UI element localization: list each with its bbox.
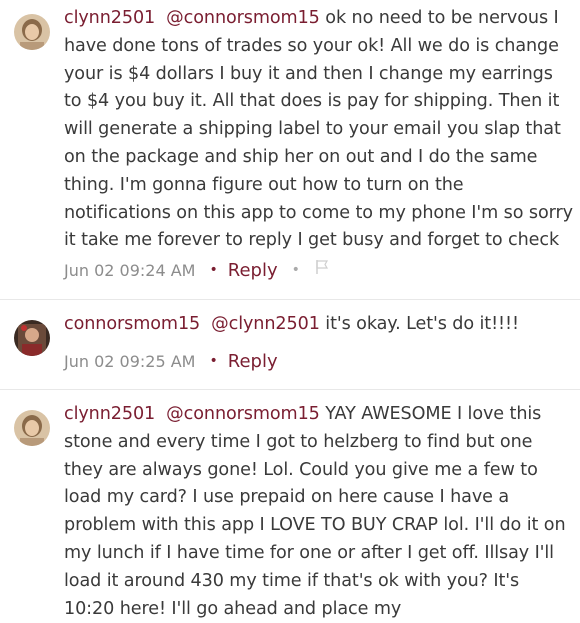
comment-body: it's okay. Let's do it!!!! [319, 314, 519, 334]
comment-timestamp: Jun 02 09:24 AM [64, 261, 196, 280]
flag-icon[interactable] [314, 258, 330, 282]
avatar[interactable] [14, 14, 50, 50]
comment-text: clynn2501 @connorsmom15 YAY AWESOME I lo… [64, 401, 574, 623]
comment-mention[interactable]: @clynn2501 [211, 314, 320, 334]
avatar[interactable] [14, 410, 50, 446]
comment-text: connorsmom15 @clynn2501 it's okay. Let's… [64, 311, 574, 339]
comment-mention[interactable]: @connorsmom15 [166, 404, 320, 424]
divider [0, 389, 580, 390]
comment-username[interactable]: connorsmom15 [64, 314, 200, 334]
avatar[interactable] [14, 320, 50, 356]
comment-timestamp: Jun 02 09:25 AM [64, 352, 196, 371]
separator-dot: • [209, 353, 218, 369]
comment-meta: Jun 02 09:24 AM • Reply • [64, 259, 330, 283]
comment-body: ok no need to be nervous I have done ton… [64, 8, 573, 251]
comment-mention[interactable]: @connorsmom15 [166, 8, 320, 28]
comment-meta: Jun 02 09:25 AM • Reply [64, 350, 278, 374]
separator-dot: • [291, 262, 300, 278]
comment-username[interactable]: clynn2501 [64, 404, 155, 424]
comment-username[interactable]: clynn2501 [64, 8, 155, 28]
comment-text: clynn2501 @connorsmom15 ok no need to be… [64, 5, 574, 255]
comment-body: YAY AWESOME I love this stone and every … [64, 404, 566, 619]
separator-dot: • [209, 262, 218, 278]
reply-button[interactable]: Reply [228, 351, 278, 372]
divider [0, 299, 580, 300]
reply-button[interactable]: Reply [228, 260, 278, 281]
